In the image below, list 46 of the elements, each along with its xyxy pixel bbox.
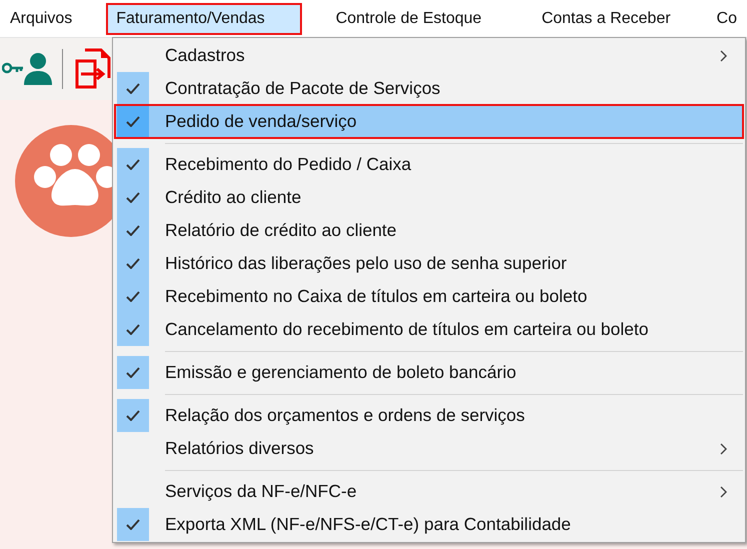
menu-item[interactable]: Cancelamento do recebimento de títulos em carteira ou boleto	[115, 313, 743, 346]
menu-item[interactable]: Emissão e gerenciamento de boleto bancário	[115, 356, 743, 389]
check-icon	[126, 159, 140, 170]
menu-item-label: Recebimento no Caixa de títulos em carteira ou boleto	[165, 285, 588, 308]
check-icon	[126, 116, 140, 127]
menu-item-label: Pedido de venda/serviço	[165, 110, 358, 134]
menu-item-label: Histórico das liberações pelo uso de senha superior	[165, 252, 568, 276]
check-icon	[126, 324, 140, 335]
menu-item[interactable]: Contratação de Pacote de Serviços	[115, 72, 743, 105]
menu-bar-item[interactable]: Contas a Receber	[532, 2, 681, 34]
check-icon	[126, 83, 140, 94]
check-icon	[126, 367, 140, 378]
menu-item[interactable]: Serviços da NF-e/NFC-e	[115, 475, 743, 508]
menu-item[interactable]: Exporta XML (NF-e/NFS-e/CT-e) para Contabilidade	[115, 508, 743, 541]
menu-item-label: Exporta XML (NF-e/NFS-e/CT-e) para Contabilidade	[165, 513, 572, 536]
menu-item-label: Serviços da NF-e/NFC-e	[165, 480, 358, 504]
menu-item-label: Crédito ao cliente	[165, 186, 302, 210]
menu-item[interactable]: Recebimento do Pedido / Caixa	[115, 148, 743, 181]
check-icon	[126, 410, 140, 421]
menu-item[interactable]: Relatórios diversos	[115, 432, 743, 465]
menu-bar-item[interactable]: Arquivos	[0, 2, 82, 34]
menu-item[interactable]: Recebimento no Caixa de títulos em carteira ou boleto	[115, 280, 743, 313]
menu-item-label: Cadastros	[165, 44, 246, 68]
document-transfer-icon	[73, 47, 113, 91]
check-icon	[126, 225, 140, 236]
check-icon	[126, 291, 140, 302]
menu-bar-item[interactable]: Faturamento/Vendas	[106, 2, 302, 34]
menu-item-label: Cancelamento do recebimento de títulos em carteira ou boleto	[165, 318, 650, 342]
check-icon	[126, 258, 140, 269]
menu-bar-item[interactable]: Controle de Estoque	[326, 2, 492, 34]
menu-item-label: Relatórios diversos	[165, 437, 315, 460]
menu-item[interactable]: Pedido de venda/serviço	[115, 105, 743, 138]
menu-item[interactable]: Histórico das liberações pelo uso de senha superior	[115, 247, 743, 280]
menu-item[interactable]: Relação dos orçamentos e ordens de serviços	[115, 399, 743, 432]
menu-item-label: Emissão e gerenciamento de boleto bancário	[165, 361, 518, 384]
check-icon	[126, 519, 140, 530]
menu-item[interactable]: Cadastros	[115, 39, 743, 72]
menu-item[interactable]: Crédito ao cliente	[115, 181, 743, 214]
check-icon	[126, 192, 140, 203]
menu-item-label: Contratação de Pacote de Serviços	[165, 77, 442, 100]
menu-item-label: Relação dos orçamentos e ordens de serviços	[165, 404, 526, 428]
menu-bar-item[interactable]: Co	[706, 2, 747, 34]
key-user-icon	[2, 51, 52, 87]
menu-item[interactable]: Relatório de crédito ao cliente	[115, 214, 743, 247]
menu-item-label: Recebimento do Pedido / Caixa	[165, 153, 412, 176]
menu-item-label: Relatório de crédito ao cliente	[165, 219, 398, 242]
